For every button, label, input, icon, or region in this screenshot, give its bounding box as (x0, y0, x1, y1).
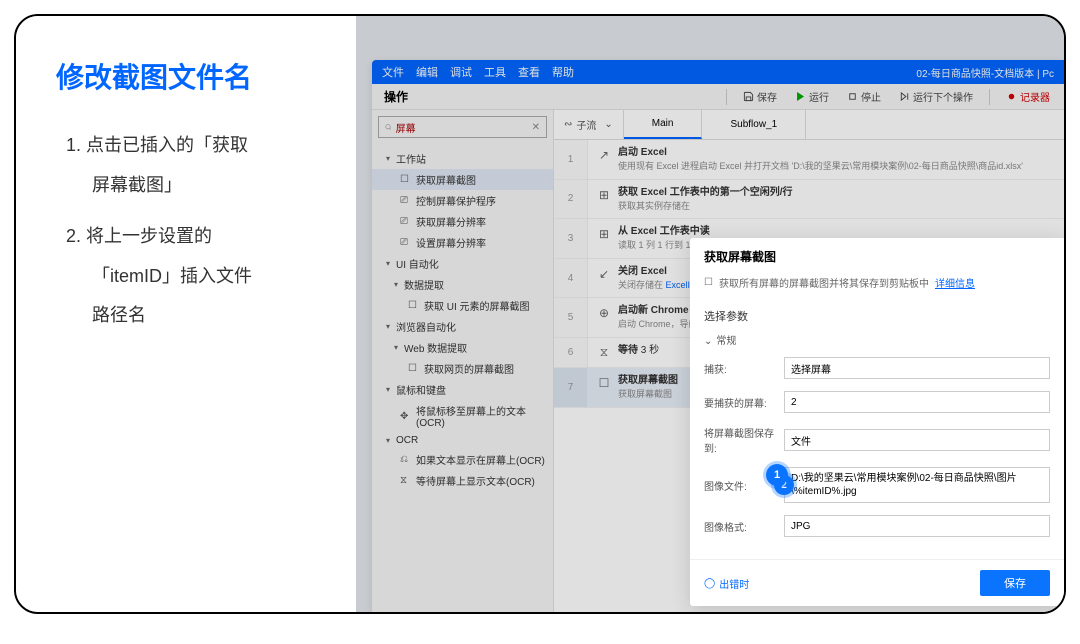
menu-debug[interactable]: 调试 (450, 64, 472, 80)
flow-step-2[interactable]: 2⊞获取 Excel 工作表中的第一个空闲列/行获取其实例存储在 (554, 180, 1064, 220)
run-next-button[interactable]: 运行下个操作 (893, 87, 979, 106)
on-error-button[interactable]: ◯出错时 (704, 576, 749, 591)
section-title: 选择参数 (704, 308, 1050, 324)
capture-select[interactable]: 选择屏幕 (784, 357, 1050, 379)
actions-tree: 工作站 ☐获取屏幕截图 ⎚控制屏幕保护程序 ⎚获取屏幕分辨率 ⎚设置屏幕分辨率 … (372, 144, 553, 495)
search-box[interactable]: ✕ (378, 116, 547, 138)
hourglass-icon: ⧖ (596, 345, 612, 361)
instruction-step-2: 2. 将上一步设置的 「itemID」插入文件 路径名 (66, 217, 326, 336)
record-icon (1006, 91, 1017, 102)
field-image-format: 图像格式: JPG (704, 515, 1050, 537)
menu-view[interactable]: 查看 (518, 64, 540, 80)
menu-tool[interactable]: 工具 (484, 64, 506, 80)
field-image-file: 图像文件: 2 D:\我的坚果云\常用模块案例\02-每日商品快照\图片\%it… (704, 467, 1050, 503)
camera-icon: ☐ (704, 277, 713, 288)
excel-icon: ⊞ (596, 187, 612, 203)
item-if-text-ocr[interactable]: ⎌如果文本显示在屏幕上(OCR) (372, 449, 553, 470)
subflow-button[interactable]: ∾子流⌄ (554, 110, 624, 139)
monitor-icon: ⎚ (400, 195, 411, 206)
item-set-resolution[interactable]: ⎚设置屏幕分辨率 (372, 232, 553, 253)
camera-icon: ☐ (408, 300, 419, 311)
instructions-title: 修改截图文件名 (56, 56, 326, 96)
group-ui-automation[interactable]: UI 自动化 (372, 253, 553, 274)
instruction-step-1: 1. 点击已插入的「获取 屏幕截图」 (66, 126, 326, 205)
hourglass-icon: ⧖ (400, 475, 411, 486)
resolution-icon: ⎚ (400, 216, 411, 227)
run-button[interactable]: 运行 (789, 87, 835, 106)
recorder-button[interactable]: 记录器 (1000, 87, 1056, 106)
save-to-select[interactable]: 文件 (784, 429, 1050, 451)
group-web-extract[interactable]: Web 数据提取 (372, 337, 553, 358)
chevron-down-icon: ⌄ (604, 119, 612, 130)
clear-search-icon[interactable]: ✕ (532, 122, 540, 133)
globe-icon: ⊕ (596, 305, 612, 321)
app-window: 文件 编辑 调试 工具 查看 帮助 02-每日商品快照-文档版本 | Pc 操作… (372, 60, 1064, 612)
toolbar: 保存 运行 停止 运行下个操作 记录器 (722, 87, 1064, 106)
screenshot-area: 文件 编辑 调试 工具 查看 帮助 02-每日商品快照-文档版本 | Pc 操作… (356, 16, 1064, 612)
document-name: 02-每日商品快照-文档版本 | Pc (916, 65, 1054, 80)
group-browser[interactable]: 浏览器自动化 (372, 316, 553, 337)
group-data-extract[interactable]: 数据提取 (372, 274, 553, 295)
panel-save-button[interactable]: 保存 (980, 570, 1050, 596)
panel-title: 获取屏幕截图 (704, 248, 1050, 265)
item-ui-screenshot[interactable]: ☐获取 UI 元素的屏幕截图 (372, 295, 553, 316)
field-screen-number: 要捕获的屏幕: 2 (704, 391, 1050, 413)
group-workstation[interactable]: 工作站 (372, 148, 553, 169)
subflow-icon: ∾ (564, 119, 572, 130)
item-wait-text-ocr[interactable]: ⧖等待屏幕上显示文本(OCR) (372, 470, 553, 491)
title-bar: 操作 保存 运行 停止 运行下个操作 记录器 (372, 84, 1064, 110)
tab-subflow1[interactable]: Subflow_1 (702, 110, 806, 139)
instructions-pane: 修改截图文件名 1. 点击已插入的「获取 屏幕截图」 2. 将上一步设置的 「i… (16, 16, 356, 612)
item-web-screenshot[interactable]: ☐获取网页的屏幕截图 (372, 358, 553, 379)
image-format-select[interactable]: JPG (784, 515, 1050, 537)
actions-sidebar: ✕ 工作站 ☐获取屏幕截图 ⎚控制屏幕保护程序 ⎚获取屏幕分辨率 ⎚设置屏幕分辨… (372, 110, 554, 612)
field-save-to: 将屏幕截图保存到: 文件 (704, 425, 1050, 455)
camera-icon: ☐ (596, 375, 612, 391)
group-ocr[interactable]: OCR (372, 432, 553, 449)
shield-icon: ◯ (704, 578, 715, 589)
flow-step-1[interactable]: 1↗启动 Excel使用现有 Excel 进程启动 Excel 并打开文档 'D… (554, 140, 1064, 180)
item-get-resolution[interactable]: ⎚获取屏幕分辨率 (372, 211, 553, 232)
tab-main[interactable]: Main (624, 110, 703, 139)
cursor-icon: ✥ (400, 411, 411, 422)
menu-help[interactable]: 帮助 (552, 64, 574, 80)
group-mouse-keyboard[interactable]: 鼠标和键盘 (372, 379, 553, 400)
camera-icon: ☐ (400, 174, 411, 185)
branch-icon: ⎌ (400, 454, 411, 465)
item-screenshot[interactable]: ☐获取屏幕截图 (372, 169, 553, 190)
item-mouse-ocr[interactable]: ✥将鼠标移至屏幕上的文本(OCR) (372, 400, 553, 432)
screen-number-input[interactable]: 2 (784, 391, 1050, 413)
step-icon (899, 91, 910, 102)
callout-badge-1: 1 (766, 464, 788, 486)
launch-icon: ↗ (596, 147, 612, 163)
panel-description: ☐ 获取所有屏幕的屏幕截图并将其保存到剪贴板中 详细信息 (704, 275, 1050, 290)
save-button[interactable]: 保存 (737, 87, 783, 106)
close-icon: ↙ (596, 266, 612, 282)
stop-icon (847, 91, 858, 102)
save-icon (743, 91, 754, 102)
play-icon (795, 91, 806, 102)
resolution-icon: ⎚ (400, 237, 411, 248)
section-general[interactable]: 常规 (704, 332, 1050, 347)
properties-panel: 获取屏幕截图 ☐ 获取所有屏幕的屏幕截图并将其保存到剪贴板中 详细信息 选择参数… (690, 238, 1064, 606)
flow-tabs: ∾子流⌄ Main Subflow_1 (554, 110, 1064, 140)
image-file-input[interactable]: 2 D:\我的坚果云\常用模块案例\02-每日商品快照\图片\%itemID%.… (784, 467, 1050, 503)
field-capture: 捕获: 选择屏幕 (704, 357, 1050, 379)
camera-icon: ☐ (408, 363, 419, 374)
instructions-steps: 1. 点击已插入的「获取 屏幕截图」 2. 将上一步设置的 「itemID」插入… (56, 126, 326, 336)
menu-bar: 文件 编辑 调试 工具 查看 帮助 02-每日商品快照-文档版本 | Pc (372, 60, 1064, 84)
excel-icon: ⊞ (596, 226, 612, 242)
stop-button[interactable]: 停止 (841, 87, 887, 106)
item-screensaver[interactable]: ⎚控制屏幕保护程序 (372, 190, 553, 211)
search-icon (385, 122, 392, 132)
detail-link[interactable]: 详细信息 (935, 275, 975, 290)
menu-file[interactable]: 文件 (382, 64, 404, 80)
search-input[interactable] (392, 122, 532, 133)
operations-label: 操作 (372, 88, 420, 105)
menu-edit[interactable]: 编辑 (416, 64, 438, 80)
